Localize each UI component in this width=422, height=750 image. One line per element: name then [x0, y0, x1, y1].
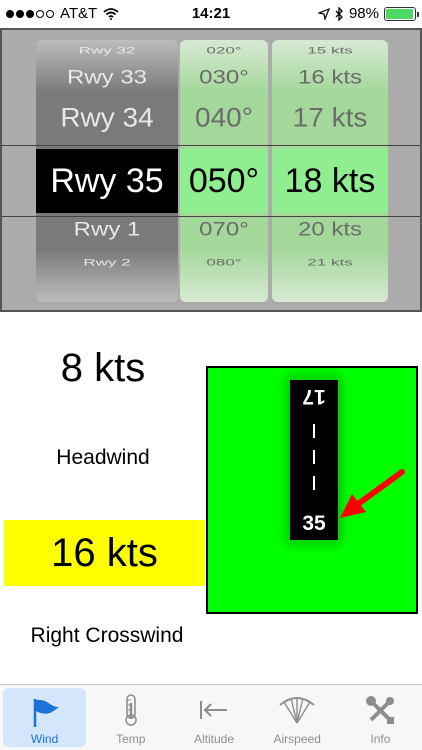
status-right: 98%	[317, 5, 419, 22]
picker-row[interactable]: 17 kts	[272, 104, 388, 132]
selected-wind-direction[interactable]: 050°	[180, 149, 268, 213]
battery-icon	[384, 6, 419, 21]
bluetooth-icon	[335, 6, 343, 21]
picker-row[interactable]: Rwy 34	[36, 104, 178, 132]
centerline-stripe	[313, 450, 315, 464]
runway-top-number: 17	[302, 385, 326, 408]
picker-row[interactable]: Rwy 32	[36, 46, 178, 55]
battery-percent: 98%	[348, 5, 379, 22]
crosswind-label: Right Crosswind	[30, 624, 184, 647]
flag-icon	[33, 699, 59, 727]
headwind-value: 8 kts	[60, 346, 146, 390]
tab-label: Temp	[116, 732, 146, 746]
picker-row[interactable]: 080°	[180, 258, 268, 267]
picker-row[interactable]: 030°	[180, 68, 268, 87]
tab-bar: Wind Temp Altitude Airspeed Info	[0, 684, 422, 750]
wind-picker[interactable]: Rwy 32Rwy 33Rwy 34Rwy 36Rwy 1Rwy 2 020°0…	[0, 28, 422, 312]
runway-diagram: 17 35	[206, 366, 418, 614]
runway-bottom-number: 35	[302, 512, 326, 535]
wind-arrow-icon	[340, 469, 405, 518]
tab-label: Altitude	[193, 732, 235, 746]
thermometer-icon	[124, 694, 137, 726]
location-arrow-icon	[317, 7, 330, 20]
picker-row[interactable]: 16 kts	[272, 68, 388, 87]
status-bar: AT&T 14:21 98%	[0, 0, 422, 28]
picker-row[interactable]: 21 kts	[272, 258, 388, 267]
altitude-icon	[200, 701, 227, 719]
picker-row[interactable]: 070°	[180, 220, 268, 239]
tab-airspeed[interactable]: Airspeed	[256, 685, 339, 750]
tab-wind[interactable]: Wind	[3, 688, 87, 747]
centerline-stripe	[313, 476, 315, 490]
selected-runway[interactable]: Rwy 35	[36, 149, 178, 213]
picker-row[interactable]: Rwy 33	[36, 68, 178, 87]
tab-altitude[interactable]: Altitude	[172, 685, 255, 750]
picker-row[interactable]: Rwy 1	[36, 220, 178, 239]
crosswind-value: 16 kts	[4, 520, 205, 586]
tab-label: Info	[370, 732, 391, 746]
tab-temp[interactable]: Temp	[89, 685, 172, 750]
picker-row[interactable]: 20 kts	[272, 220, 388, 239]
picker-row[interactable]: 040°	[180, 104, 268, 132]
tab-info[interactable]: Info	[339, 685, 422, 750]
runway: 17 35	[290, 380, 338, 540]
tools-icon	[366, 696, 395, 724]
airspeed-icon	[279, 697, 315, 724]
picker-row[interactable]: 020°	[180, 46, 268, 55]
picker-row[interactable]: Rwy 2	[36, 258, 178, 267]
picker-row[interactable]: 15 kts	[272, 46, 388, 55]
tab-label: Wind	[30, 732, 59, 746]
headwind-label: Headwind	[56, 446, 150, 469]
selected-wind-speed[interactable]: 18 kts	[272, 149, 388, 213]
tab-label: Airspeed	[273, 732, 321, 746]
centerline-stripe	[313, 424, 315, 438]
